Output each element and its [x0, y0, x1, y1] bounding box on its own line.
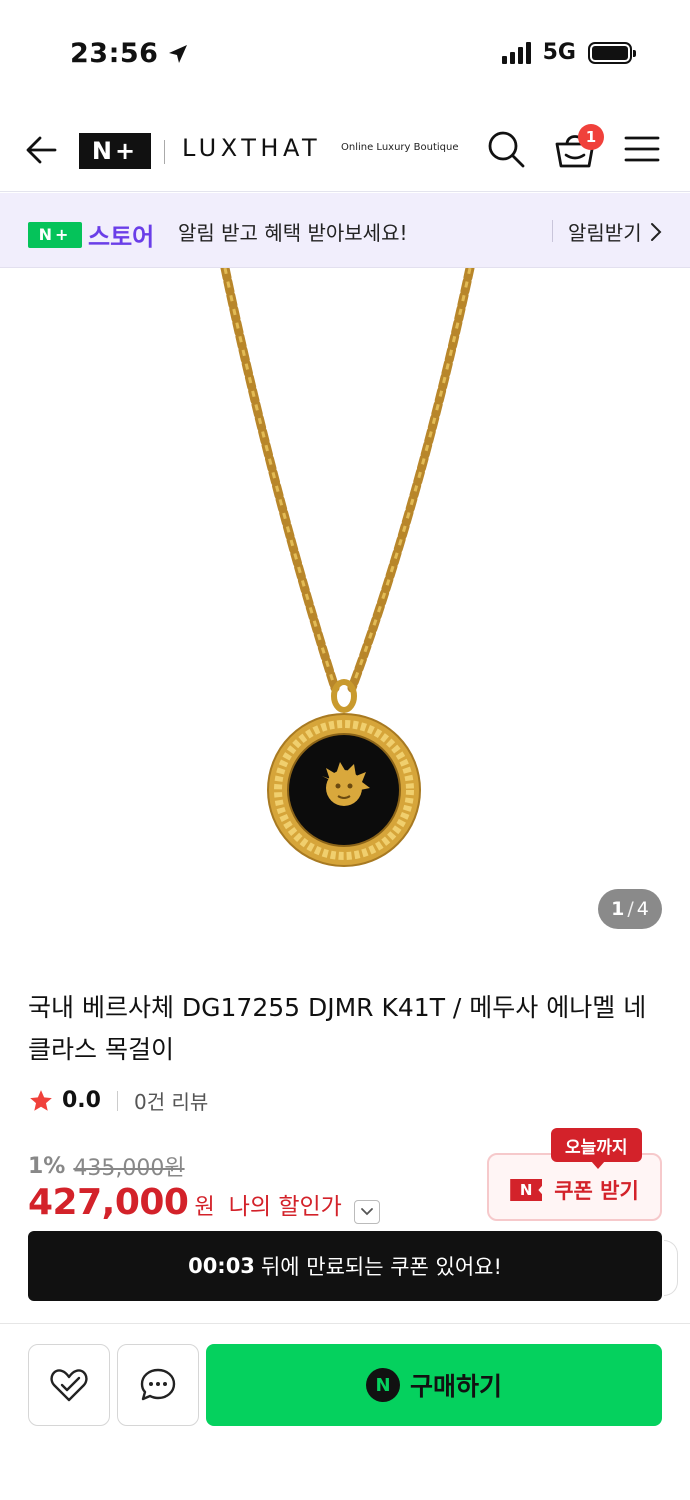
- clock-text: 23:56: [70, 38, 159, 69]
- original-price: 435,000원: [73, 1156, 185, 1181]
- alarm-label: 알림받기: [568, 221, 642, 245]
- expiry-countdown: 00:03: [188, 1254, 255, 1278]
- coupon-button-label: 쿠폰 받기: [554, 1179, 639, 1203]
- image-counter-total: 4: [636, 898, 649, 920]
- rating-value: 0.0: [62, 1088, 101, 1113]
- coupon-download-button[interactable]: N 쿠폰 받기: [487, 1153, 662, 1221]
- star-icon: [30, 1089, 52, 1111]
- sale-price-row: 427,000 원 나의 할인가: [28, 1182, 380, 1224]
- original-price-row: 1% 435,000원: [28, 1150, 185, 1182]
- sale-price-unit: 원: [194, 1195, 215, 1220]
- chevron-right-icon: [650, 222, 662, 241]
- heart-check-icon: [50, 1369, 88, 1402]
- search-button[interactable]: [485, 128, 527, 170]
- store-bar-divider: [552, 220, 553, 242]
- battery-icon: [588, 41, 636, 64]
- my-price-toggle[interactable]: [353, 1200, 380, 1224]
- alarm-subscribe-button[interactable]: 알림받기: [568, 217, 662, 246]
- search-icon: [488, 131, 525, 168]
- image-counter-current: 1: [611, 898, 625, 920]
- wishlist-button[interactable]: [28, 1344, 110, 1426]
- chat-bubble-icon: [140, 1368, 176, 1401]
- hamburger-menu-icon: [624, 136, 660, 162]
- necklace-image: [220, 263, 475, 867]
- store-message: 알림 받고 혜택 받아보세요!: [178, 221, 408, 245]
- chat-inquiry-button[interactable]: [117, 1344, 199, 1426]
- back-button[interactable]: [22, 130, 62, 170]
- image-counter-separator: /: [627, 898, 634, 920]
- status-bar: 23:56 5G: [0, 0, 690, 110]
- naver-pay-n-icon: N: [365, 1368, 400, 1402]
- product-title: 국내 베르사체 DG17255 DJMR K41T / 메두사 에나멜 네클라스…: [28, 993, 647, 1064]
- store-name: 스토어: [88, 223, 155, 251]
- cart-count-badge: 1: [578, 124, 604, 150]
- naver-plus-logo[interactable]: N+: [79, 133, 151, 169]
- sale-price: 427,000: [28, 1182, 189, 1223]
- cellular-signal-icon: [501, 41, 531, 64]
- store-logo-mark: N+: [28, 221, 82, 248]
- menu-button[interactable]: [624, 134, 660, 164]
- rating-divider: [116, 1090, 118, 1111]
- coupon-expiry-banner[interactable]: 00:03 뒤에 만료되는 쿠폰 있어요!: [28, 1231, 662, 1301]
- naver-n-coupon-icon: N: [510, 1179, 543, 1201]
- image-counter: 1 / 4: [598, 889, 662, 929]
- store-notification-bar: N+ 스토어 알림 받고 혜택 받아보세요! 알림받기: [0, 193, 690, 268]
- brand-subtitle: Online Luxury Boutique: [341, 142, 459, 153]
- buy-button-label: 구매하기: [409, 1372, 502, 1401]
- discount-rate: 1%: [28, 1153, 66, 1179]
- naver-plus-store-logo: N+ 스토어: [28, 217, 154, 252]
- app-header: N+ LUXTHAT Online Luxury Boutique 1: [0, 110, 690, 192]
- status-time: 23:56: [70, 38, 190, 69]
- status-indicators: 5G: [501, 40, 636, 65]
- bottom-action-bar: N 구매하기: [0, 1323, 690, 1500]
- rating-summary[interactable]: 0.0 0건 리뷰: [28, 1086, 208, 1115]
- arrow-left-icon: [26, 136, 57, 164]
- buy-now-button[interactable]: N 구매하기: [206, 1344, 662, 1426]
- logo-divider: [164, 140, 165, 164]
- my-discount-price-label: 나의 할인가: [228, 1194, 342, 1220]
- review-count: 0건 리뷰: [133, 1090, 209, 1114]
- product-image[interactable]: [0, 263, 690, 958]
- network-type: 5G: [542, 40, 576, 65]
- expiry-message: 뒤에 만료되는 쿠폰 있어요!: [260, 1255, 502, 1279]
- side-floating-handle[interactable]: [664, 1240, 678, 1296]
- coupon-deadline-tag: 오늘까지: [551, 1128, 642, 1169]
- brand-name[interactable]: LUXTHAT: [182, 134, 321, 162]
- location-arrow-icon: [169, 44, 188, 63]
- chevron-down-icon: [360, 1208, 373, 1216]
